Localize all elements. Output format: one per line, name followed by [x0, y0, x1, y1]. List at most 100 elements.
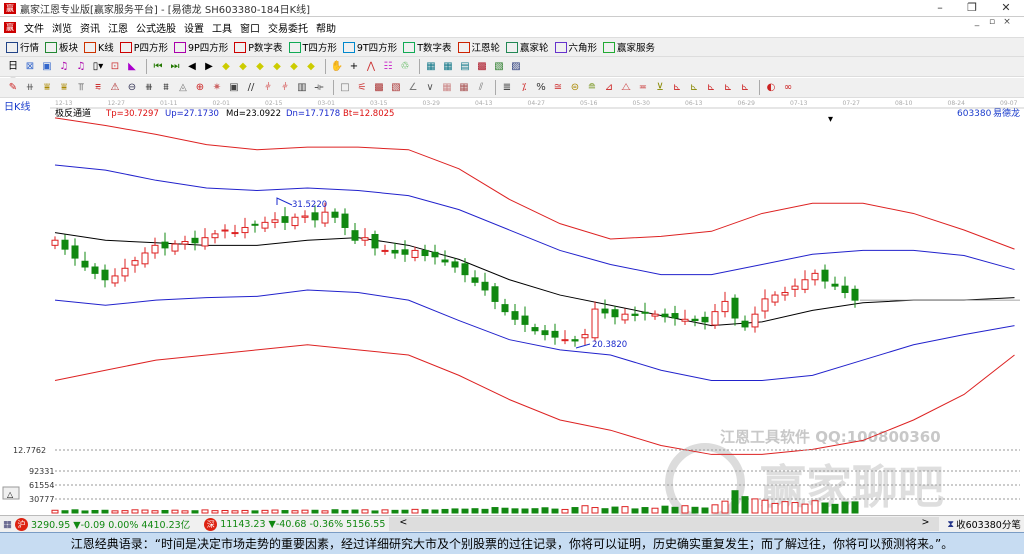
- info-icon[interactable]: ▣: [40, 60, 54, 74]
- minimize-button[interactable]: –: [924, 0, 956, 16]
- toolbar-blocks-button[interactable]: 板块: [45, 40, 78, 54]
- menu-settings[interactable]: 设置: [184, 20, 204, 35]
- box-tool-icon[interactable]: ☷: [381, 60, 395, 74]
- zoom-out-icon[interactable]: ◆: [236, 60, 250, 74]
- drawing-tool-icon[interactable]: ⊾: [721, 81, 735, 95]
- drawing-tool-icon[interactable]: ∨: [423, 81, 437, 95]
- drawing-tool-icon[interactable]: ⫩: [261, 81, 275, 95]
- mdi-close-button[interactable]: ×: [1000, 17, 1014, 27]
- zoom-in-icon[interactable]: ◆: [219, 60, 233, 74]
- toolbar-P4-button[interactable]: P四方形: [119, 40, 168, 54]
- drawing-tool-icon[interactable]: ◬: [176, 81, 190, 95]
- drawing-tool-icon[interactable]: ⩸: [40, 81, 54, 95]
- menu-trade[interactable]: 交易委托: [268, 20, 308, 35]
- kline-chart[interactable]: 12-13 12-27 01-11 02-01 02-15 03-01 03-15 03-29…: [0, 98, 1024, 515]
- report-icon[interactable]: ▤: [458, 60, 472, 74]
- menu-tools[interactable]: 工具: [212, 20, 232, 35]
- toolbar-hexagon-button[interactable]: 六角形: [554, 40, 597, 54]
- horizontal-scrollbar[interactable]: < >: [389, 517, 940, 531]
- toolbar-grid-button[interactable]: 行情: [6, 40, 39, 54]
- drawing-tool-icon[interactable]: ⚠: [108, 81, 122, 95]
- crosshair-icon[interactable]: +: [347, 60, 361, 74]
- drawing-tool-icon[interactable]: ⫩: [278, 81, 292, 95]
- drawing-tool-icon[interactable]: ∠: [406, 81, 420, 95]
- menu-info[interactable]: 资讯: [80, 20, 100, 35]
- save-icon[interactable]: ▩: [475, 60, 489, 74]
- hand-icon[interactable]: ✋: [330, 60, 344, 74]
- scroll-right-button[interactable]: >: [921, 517, 929, 531]
- drawing-tool-icon[interactable]: ⊜: [568, 81, 582, 95]
- menu-help[interactable]: 帮助: [316, 20, 336, 35]
- drawing-tool-icon[interactable]: ⩸: [57, 81, 71, 95]
- restore-button[interactable]: ❐: [956, 0, 988, 16]
- move-down-icon[interactable]: ◆: [304, 60, 318, 74]
- drawing-tool-icon[interactable]: ⊕: [193, 81, 207, 95]
- drawing-tool-icon[interactable]: ⫪: [74, 81, 88, 95]
- mdi-minimize-button[interactable]: _: [970, 17, 984, 27]
- chart-type-icon[interactable]: ⊠: [23, 60, 37, 74]
- drawing-tool-icon[interactable]: ⫽: [474, 81, 488, 95]
- drawing-tool-icon[interactable]: ≅: [551, 81, 565, 95]
- drawing-tool-icon[interactable]: ▥: [295, 81, 309, 95]
- line-tool-icon[interactable]: ⋀: [364, 60, 378, 74]
- drawing-tool-icon[interactable]: ▩: [372, 81, 386, 95]
- drawing-tool-icon[interactable]: ⚟: [355, 81, 369, 95]
- network-icon[interactable]: ▧: [492, 60, 506, 74]
- drawing-tool-icon[interactable]: ⊾: [687, 81, 701, 95]
- left-icon[interactable]: ◀: [185, 60, 199, 74]
- period-select-button[interactable]: 日▾: [6, 60, 20, 86]
- expand-icon[interactable]: ◆: [253, 60, 267, 74]
- close-button[interactable]: ✕: [990, 0, 1022, 16]
- toolbar-PN-button[interactable]: P数字表: [234, 40, 283, 54]
- flag-icon[interactable]: ◣: [125, 60, 139, 74]
- toolbar-wheel-button[interactable]: 江恩轮: [457, 40, 500, 54]
- drawing-tool-icon[interactable]: ▦: [440, 81, 454, 95]
- menu-gann[interactable]: 江恩: [108, 20, 128, 35]
- toolbar-dollar-button[interactable]: 赢家服务: [603, 40, 655, 54]
- move-up-icon[interactable]: ◆: [287, 60, 301, 74]
- drawing-tool-icon[interactable]: ⊾: [738, 81, 752, 95]
- calendar-icon[interactable]: ▦: [424, 60, 438, 74]
- drawing-tool-icon[interactable]: ⁒: [517, 81, 531, 95]
- drawing-tool-icon[interactable]: ≘: [585, 81, 599, 95]
- drawing-tool-icon[interactable]: ≖: [636, 81, 650, 95]
- drawing-tool-icon[interactable]: %: [534, 81, 548, 95]
- candle-select-button[interactable]: ▯▾: [91, 60, 105, 74]
- sh-index-quote[interactable]: 3290.95 ▼-0.09 0.00% 4410.23亿: [31, 517, 190, 531]
- drawing-tool-icon[interactable]: //: [244, 81, 258, 95]
- first-icon[interactable]: ⏮: [151, 60, 165, 74]
- toolbar-T9-button[interactable]: 9T四方形: [342, 40, 397, 54]
- menu-window[interactable]: 窗口: [240, 20, 260, 35]
- scroll-left-button[interactable]: <: [399, 517, 407, 531]
- indicator-icon[interactable]: ♫: [57, 60, 71, 74]
- drawing-tool-icon[interactable]: ⊾: [670, 81, 684, 95]
- drawing-tool-icon[interactable]: ▧: [389, 81, 403, 95]
- drawing-tool-icon[interactable]: ⩳: [91, 81, 105, 95]
- drawing-tool-icon[interactable]: ⧻: [142, 81, 156, 95]
- connect-icon[interactable]: ▨: [509, 60, 523, 74]
- toolbar-kline-button[interactable]: K线: [84, 40, 114, 54]
- shrink-icon[interactable]: ◆: [270, 60, 284, 74]
- app-menu-icon[interactable]: 赢: [4, 21, 16, 33]
- drawing-tool-icon[interactable]: ⊻: [653, 81, 667, 95]
- toolbar-wheel2-button[interactable]: 赢家轮: [506, 40, 549, 54]
- calculator-icon[interactable]: ▦: [441, 60, 455, 74]
- drawing-tool-icon[interactable]: ▦: [457, 81, 471, 95]
- drawing-tool-icon[interactable]: ⊖: [125, 81, 139, 95]
- quote-grid-icon[interactable]: ▦: [3, 519, 12, 530]
- sz-index-quote[interactable]: 11143.23 ▼-40.68 -0.36% 5156.55: [220, 519, 385, 530]
- toolbar-P9-button[interactable]: 9P四方形: [174, 40, 228, 54]
- last-icon[interactable]: ⏭: [168, 60, 182, 74]
- toolbar-TN-button[interactable]: T数字表: [403, 40, 452, 54]
- menu-file[interactable]: 文件: [24, 20, 44, 35]
- drawing-tool-icon[interactable]: ⩩: [159, 81, 173, 95]
- drawing-tool-icon[interactable]: □: [338, 81, 352, 95]
- right-icon[interactable]: ▶: [202, 60, 216, 74]
- drawing-tool-icon[interactable]: ⧺: [23, 81, 37, 95]
- drawing-tool-icon[interactable]: ▣: [227, 81, 241, 95]
- drawing-tool-icon[interactable]: ✷: [210, 81, 224, 95]
- menu-formula[interactable]: 公式选股: [136, 20, 176, 35]
- drawing-tool-icon[interactable]: ✎: [6, 81, 20, 95]
- drawing-tool-icon[interactable]: ≣: [500, 81, 514, 95]
- pin-icon[interactable]: ⊡: [108, 60, 122, 74]
